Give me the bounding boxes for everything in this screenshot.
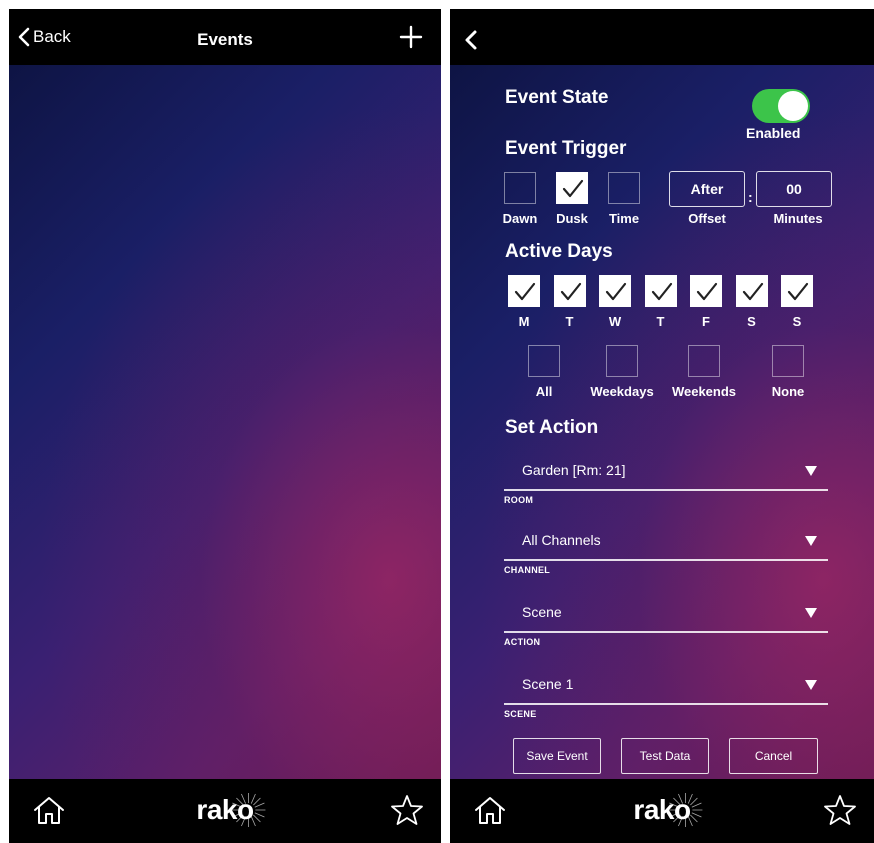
day-checkbox[interactable] xyxy=(735,275,768,307)
trigger-dusk-label: Dusk xyxy=(556,211,588,226)
day-checkbox[interactable] xyxy=(553,275,586,307)
day-label: S xyxy=(747,314,756,329)
event-state-heading: Event State xyxy=(505,87,609,108)
page-title: Events xyxy=(197,30,253,49)
caret-down-icon xyxy=(805,466,817,476)
star-icon[interactable] xyxy=(822,793,858,827)
day-label: T xyxy=(565,314,574,329)
rako-logo: rako xyxy=(196,789,266,831)
active-days-heading: Active Days xyxy=(505,241,613,262)
day-checkbox[interactable] xyxy=(508,275,540,307)
cancel-button[interactable]: Cancel xyxy=(729,738,818,774)
day-label: T xyxy=(656,314,665,329)
home-icon[interactable] xyxy=(31,793,67,827)
room-dropdown[interactable]: Garden [Rm: 21] xyxy=(504,455,828,491)
bottom-bar: rako xyxy=(9,779,441,843)
time-separator: : xyxy=(748,189,753,205)
save-event-button[interactable]: Save Event xyxy=(513,738,601,774)
day-checkbox[interactable] xyxy=(644,275,677,307)
preset-weekdays-checkbox[interactable] xyxy=(606,345,638,377)
events-list-area xyxy=(9,65,441,779)
chevron-left-icon[interactable] xyxy=(464,29,478,51)
day-checkbox[interactable] xyxy=(690,275,722,307)
trigger-dawn-label: Dawn xyxy=(502,211,538,226)
caret-down-icon xyxy=(805,536,817,546)
home-icon[interactable] xyxy=(472,793,508,827)
preset-weekends-label: Weekends xyxy=(671,384,737,399)
caret-down-icon xyxy=(805,608,817,618)
action-dropdown[interactable]: Scene xyxy=(504,597,828,633)
set-action-heading: Set Action xyxy=(505,417,599,438)
test-data-button[interactable]: Test Data xyxy=(621,738,709,774)
trigger-dusk-checkbox[interactable] xyxy=(556,172,588,204)
preset-none-checkbox[interactable] xyxy=(772,345,804,377)
top-bar xyxy=(450,9,874,65)
offset-select[interactable]: After xyxy=(669,171,745,207)
events-list-screen: Back Events rako xyxy=(9,9,441,843)
day-label: M xyxy=(518,314,530,329)
day-label: W xyxy=(608,314,622,329)
scene-value: Scene 1 xyxy=(522,676,574,692)
event-state-toggle[interactable] xyxy=(752,89,810,123)
channel-field-label: CHANNEL xyxy=(504,565,551,575)
room-value: Garden [Rm: 21] xyxy=(522,462,626,478)
top-bar: Back Events xyxy=(9,9,441,65)
caret-down-icon xyxy=(805,680,817,690)
bottom-bar: rako xyxy=(450,779,874,843)
day-label: F xyxy=(702,314,710,329)
event-edit-screen: Event State Enabled Event Trigger After … xyxy=(450,9,874,843)
minutes-label: Minutes xyxy=(773,211,823,226)
event-trigger-heading: Event Trigger xyxy=(505,138,627,159)
plus-icon[interactable] xyxy=(397,23,425,51)
scene-field-label: SCENE xyxy=(504,709,537,719)
scene-dropdown[interactable]: Scene 1 xyxy=(504,669,828,705)
star-icon[interactable] xyxy=(389,793,425,827)
preset-none-label: None xyxy=(771,384,805,399)
rako-logo: rako xyxy=(633,789,703,831)
channel-dropdown[interactable]: All Channels xyxy=(504,525,828,561)
toggle-knob xyxy=(778,91,808,121)
channel-value: All Channels xyxy=(522,532,601,548)
preset-all-checkbox[interactable] xyxy=(528,345,560,377)
minutes-input[interactable]: 00 xyxy=(756,171,832,207)
offset-label: Offset xyxy=(688,211,726,226)
toggle-label: Enabled xyxy=(746,125,801,141)
day-label: S xyxy=(792,314,802,329)
preset-weekends-checkbox[interactable] xyxy=(688,345,720,377)
trigger-time-checkbox[interactable] xyxy=(608,172,640,204)
trigger-dawn-checkbox[interactable] xyxy=(504,172,536,204)
day-checkbox[interactable] xyxy=(781,275,813,307)
day-checkbox[interactable] xyxy=(599,275,631,307)
action-value: Scene xyxy=(522,604,562,620)
trigger-time-label: Time xyxy=(608,211,640,226)
action-field-label: ACTION xyxy=(504,637,541,647)
preset-all-label: All xyxy=(535,384,553,399)
room-field-label: ROOM xyxy=(504,495,534,505)
preset-weekdays-label: Weekdays xyxy=(590,384,654,399)
